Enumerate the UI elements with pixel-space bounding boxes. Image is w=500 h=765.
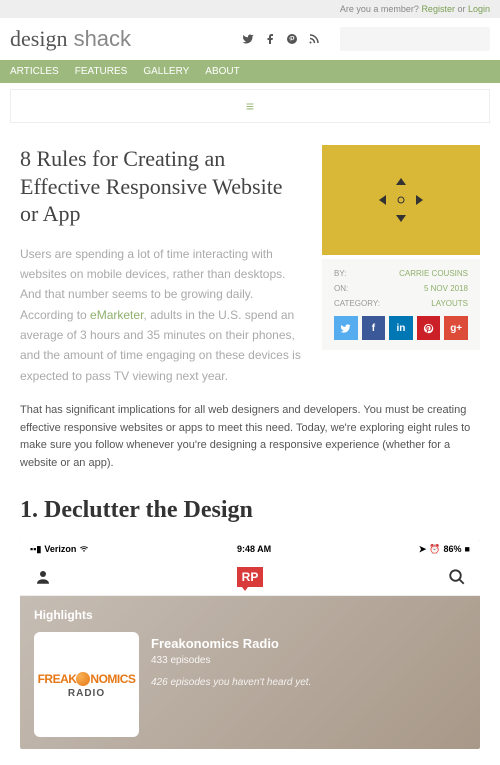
share-googleplus[interactable]: g+ xyxy=(444,316,468,340)
app-logo: RP xyxy=(237,567,264,587)
highlights-label: Highlights xyxy=(34,608,466,622)
podcast-artwork: FREAKNOMICS RADIO xyxy=(34,632,139,737)
main-nav: ARTICLES FEATURES GALLERY ABOUT xyxy=(0,60,500,83)
nav-gallery[interactable]: GALLERY xyxy=(143,66,189,77)
battery-icon: ■ xyxy=(465,544,470,554)
phone-time: 9:48 AM xyxy=(237,544,271,554)
nav-features[interactable]: FEATURES xyxy=(75,66,128,77)
podcast-episodes: 433 episodes xyxy=(151,655,311,666)
share-buttons: f in g+ xyxy=(334,316,468,340)
rss-icon[interactable] xyxy=(308,33,320,45)
article-content: 8 Rules for Creating an Effective Respon… xyxy=(0,129,500,765)
share-twitter[interactable] xyxy=(334,316,358,340)
example-screenshot: ▪▪▮ Verizon 9:48 AM ➤ ⏰ 86% ■ RP Highlig… xyxy=(20,540,480,749)
share-linkedin[interactable]: in xyxy=(389,316,413,340)
pinterest-icon[interactable] xyxy=(286,33,298,45)
section-heading: 1. Declutter the Design xyxy=(20,497,480,524)
signal-icon: ▪▪▮ xyxy=(30,544,41,555)
author-link[interactable]: CARRIE COUSINS xyxy=(399,269,468,278)
podcast-name: Freakonomics Radio xyxy=(151,636,311,651)
article-para: That has significant implications for al… xyxy=(20,402,480,472)
podcast-unheard: 426 episodes you haven't heard yet. xyxy=(151,676,311,690)
phone-status-bar: ▪▪▮ Verizon 9:48 AM ➤ ⏰ 86% ■ xyxy=(20,540,480,559)
nav-articles[interactable]: ARTICLES xyxy=(10,66,59,77)
login-link[interactable]: Login xyxy=(468,4,490,14)
app-header: RP xyxy=(20,559,480,596)
article-intro: Users are spending a lot of time interac… xyxy=(20,244,306,387)
location-icon: ➤ xyxy=(419,544,427,555)
emarketer-link[interactable]: eMarketer xyxy=(90,308,143,322)
share-pinterest[interactable] xyxy=(417,316,441,340)
member-bar: Are you a member? Register or Login xyxy=(0,0,500,18)
featured-image xyxy=(322,145,480,255)
facebook-icon[interactable] xyxy=(264,33,276,45)
article-meta: BY:CARRIE COUSINS ON:5 NOV 2018 CATEGORY… xyxy=(322,259,480,350)
profile-icon[interactable] xyxy=(34,568,52,586)
alarm-icon: ⏰ xyxy=(429,544,440,555)
share-facebook[interactable]: f xyxy=(362,316,386,340)
layout-icon xyxy=(379,178,423,222)
date-link[interactable]: 5 NOV 2018 xyxy=(424,284,468,293)
podcast-card[interactable]: FREAKNOMICS RADIO Freakonomics Radio 433… xyxy=(34,632,466,737)
subnav-toggle[interactable]: ≡ xyxy=(10,89,490,123)
category-link[interactable]: LAYOUTS xyxy=(431,299,468,308)
register-link[interactable]: Register xyxy=(421,4,455,14)
site-logo[interactable]: design shack xyxy=(10,26,131,52)
search-input[interactable] xyxy=(340,27,490,51)
social-icons xyxy=(242,33,320,45)
article-title: 8 Rules for Creating an Effective Respon… xyxy=(20,145,306,228)
member-prompt: Are you a member? xyxy=(340,4,422,14)
wifi-icon xyxy=(79,545,89,553)
search-icon[interactable] xyxy=(448,568,466,586)
site-header: design shack xyxy=(0,18,500,60)
twitter-icon[interactable] xyxy=(242,33,254,45)
nav-about[interactable]: ABOUT xyxy=(205,66,239,77)
